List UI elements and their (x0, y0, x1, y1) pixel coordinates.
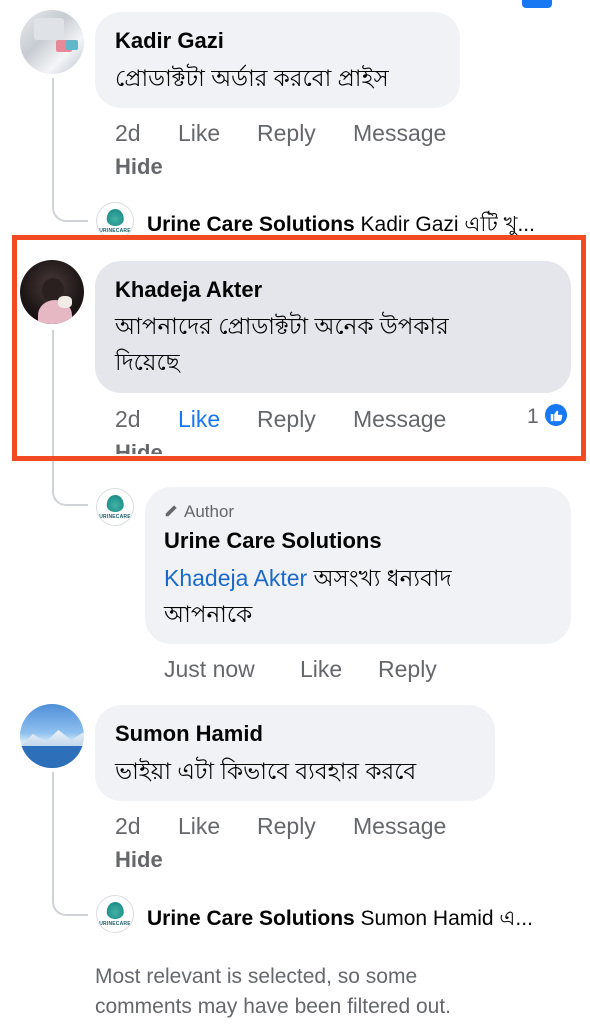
thread-connector (52, 880, 88, 916)
like-button[interactable]: Like (178, 120, 220, 147)
filter-notice-line1: Most relevant is selected, so some (95, 965, 418, 988)
message-button[interactable]: Message (353, 120, 446, 147)
reply-time: Just now (164, 656, 255, 682)
like-button[interactable]: Like (300, 656, 342, 683)
author-reply-text-line2: আপনাকে (164, 601, 253, 627)
header-icon-partial (522, 0, 552, 8)
highlight-annotation-box (12, 235, 586, 461)
reply-preview-text: Kadir Gazi এটি খু... (360, 213, 535, 236)
avatar-kadir-gazi[interactable] (20, 10, 84, 74)
pencil-icon (165, 505, 177, 517)
reply-preview-text: Sumon Hamid এ... (360, 907, 533, 930)
comment-time: 2d (115, 120, 141, 146)
author-reply-actions: Just now Like Reply (0, 656, 590, 686)
page-avatar-urine-care[interactable]: URINECARE (96, 488, 134, 526)
reply-button[interactable]: Reply (257, 120, 316, 147)
comment-actions: 2d Like Reply Message (0, 120, 590, 150)
avatar-sumon-hamid[interactable] (20, 704, 84, 768)
author-badge: Author (164, 502, 234, 522)
reply-button[interactable]: Reply (378, 656, 437, 683)
page-reply-preview[interactable]: Urine Care Solutions Sumon Hamid এ... (147, 902, 533, 937)
hide-button[interactable]: Hide (115, 154, 163, 180)
comment-time: 2d (115, 813, 141, 839)
commenter-name[interactable]: Kadir Gazi (115, 28, 224, 54)
comment-text: প্রোডাক্টটা অর্ডার করবো প্রাইস (115, 65, 389, 91)
filter-notice-line2: comments may have been filtered out. (95, 995, 452, 1018)
reply-button[interactable]: Reply (257, 813, 316, 840)
page-name: Urine Care Solutions (147, 213, 355, 236)
page-avatar-urine-care[interactable]: URINECARE (96, 895, 134, 933)
comment-actions: 2d Like Reply Message (0, 813, 590, 843)
commenter-name[interactable]: Sumon Hamid (115, 721, 263, 747)
page-name: Urine Care Solutions (147, 907, 355, 930)
comment-text: ভাইয়া এটা কিভাবে ব্যবহার করবে (115, 758, 417, 784)
author-name[interactable]: Urine Care Solutions (164, 528, 382, 554)
hide-button[interactable]: Hide (115, 847, 163, 873)
thread-connector (52, 460, 88, 506)
filter-notice: Most relevant is selected, so some comme… (95, 962, 575, 1022)
like-button[interactable]: Like (178, 813, 220, 840)
thread-connector (52, 190, 88, 222)
mention-link[interactable]: Khadeja Akter (164, 565, 307, 591)
message-button[interactable]: Message (353, 813, 446, 840)
author-reply-text: Khadeja Akter অসংখ্য ধন্যবাদ (164, 565, 452, 591)
